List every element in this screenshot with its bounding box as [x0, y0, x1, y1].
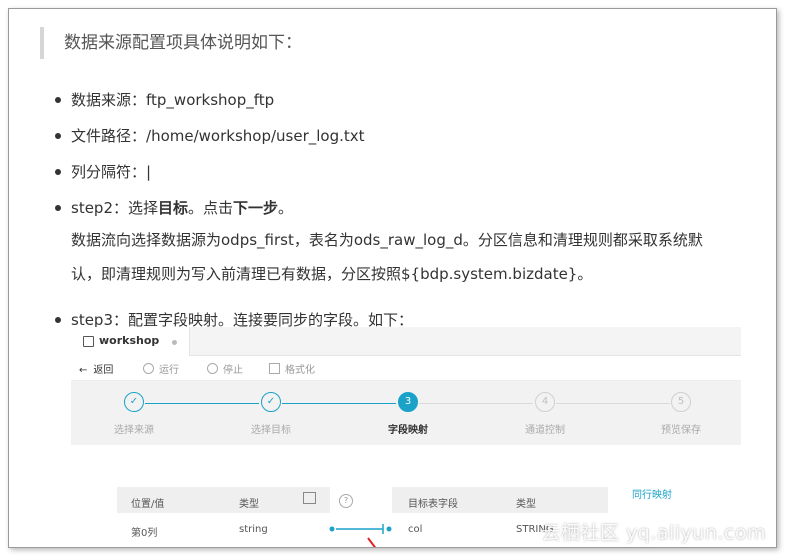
step2-desc-line2: 认，即清理规则为写入前清理已有数据，分区按照${bdp.system.bizda… [71, 265, 593, 283]
step-2-label[interactable]: 选择目标 [226, 421, 316, 436]
stop-icon [207, 363, 218, 374]
field-mapping-line[interactable] [326, 523, 396, 535]
back-button[interactable]: ← 返回 [79, 361, 113, 376]
run-button[interactable]: 运行 [143, 361, 179, 376]
stop-label: 停止 [223, 365, 243, 376]
step-5-number: 5 [671, 392, 691, 412]
target-col-field: 目标表字段 [408, 499, 458, 510]
tab-workshop[interactable]: workshop [71, 327, 190, 356]
play-icon [143, 363, 154, 374]
bullet-delimiter: 列分隔符：| [54, 161, 152, 182]
article-frame: 数据来源配置项具体说明如下： 数据来源：ftp_workshop_ftp 文件路… [8, 8, 777, 548]
bullet-value: ftp_workshop_ftp [146, 91, 275, 109]
red-arrow-annotation [367, 537, 376, 547]
step-3-number: 3 [398, 392, 418, 412]
step-4-number: 4 [535, 392, 555, 412]
bullet-data-source: 数据来源：ftp_workshop_ftp [54, 89, 275, 110]
format-label: 格式化 [285, 365, 315, 376]
step-5-label[interactable]: 预览保存 [636, 421, 726, 436]
tab-title: workshop [99, 334, 160, 347]
mapping-dot[interactable] [329, 526, 335, 532]
watermark: 云栖社区 yq.aliyun.com [541, 522, 766, 544]
edit-icon[interactable] [303, 492, 316, 504]
same-row-mapping-link[interactable]: 同行映射 [632, 486, 672, 501]
format-button[interactable]: 格式化 [269, 361, 315, 376]
step2-suffix: 。 [278, 199, 294, 217]
target-col-type: 类型 [516, 499, 536, 510]
step2-desc-line1: 数据流向选择数据源为odps_first，表名为ods_raw_log_d。分区… [71, 231, 703, 249]
toolbar: ← 返回 运行 停止 格式化 [71, 356, 741, 381]
step2-target: 目标 [158, 199, 189, 217]
step-connector [556, 403, 670, 404]
run-label: 运行 [159, 365, 179, 376]
back-label: 返回 [93, 365, 114, 376]
step2-prefix: step2：选择 [71, 199, 158, 217]
step2-mid: 。点击 [188, 199, 234, 217]
bullet-label: 文件路径： [71, 127, 147, 145]
format-icon [269, 363, 280, 374]
help-icon[interactable]: ? [339, 494, 353, 508]
step-connector [419, 403, 533, 404]
grid-icon [83, 336, 94, 347]
intro-blockquote: 数据来源配置项具体说明如下： [40, 27, 302, 59]
step-3-label[interactable]: 字段映射 [363, 421, 453, 436]
bullet-value: /home/workshop/user_log.txt [146, 127, 365, 145]
wizard-steps: ✓ ✓ 3 4 5 选择来源 选择目标 字段映射 通道控制 预览保存 [71, 381, 741, 445]
stop-button[interactable]: 停止 [207, 361, 243, 376]
bullet-file-path: 文件路径：/home/workshop/user_log.txt [55, 125, 365, 146]
step-1-label[interactable]: 选择来源 [89, 421, 179, 436]
intro-text: 数据来源配置项具体说明如下： [64, 33, 302, 53]
mapping-dot[interactable] [386, 526, 392, 532]
bullet-value: | [146, 163, 152, 181]
source-row-position: 第0列 [131, 528, 158, 539]
tab-bar: workshop [71, 327, 741, 356]
target-row-field: col [408, 524, 423, 535]
step-4-label[interactable]: 通道控制 [500, 421, 590, 436]
unsaved-dot-icon [172, 340, 177, 345]
step-1-check-icon: ✓ [124, 392, 144, 412]
embedded-screenshot: workshop ← 返回 运行 停止 格式化 ✓ ✓ 3 4 5 选择来源 选… [71, 327, 741, 547]
step-connector [145, 403, 259, 404]
step-connector [282, 403, 396, 404]
source-col-position: 位置/值 [131, 499, 165, 510]
step2-next: 下一步 [233, 199, 279, 217]
bullet-label: 数据来源： [71, 91, 147, 109]
source-col-type: 类型 [239, 499, 259, 510]
arrow-left-icon: ← [79, 365, 88, 376]
bullet-step2: step2：选择目标。点击下一步。 [54, 197, 294, 218]
source-row-type: string [239, 524, 268, 535]
bullet-label: 列分隔符： [71, 163, 147, 181]
step-2-check-icon: ✓ [261, 392, 281, 412]
